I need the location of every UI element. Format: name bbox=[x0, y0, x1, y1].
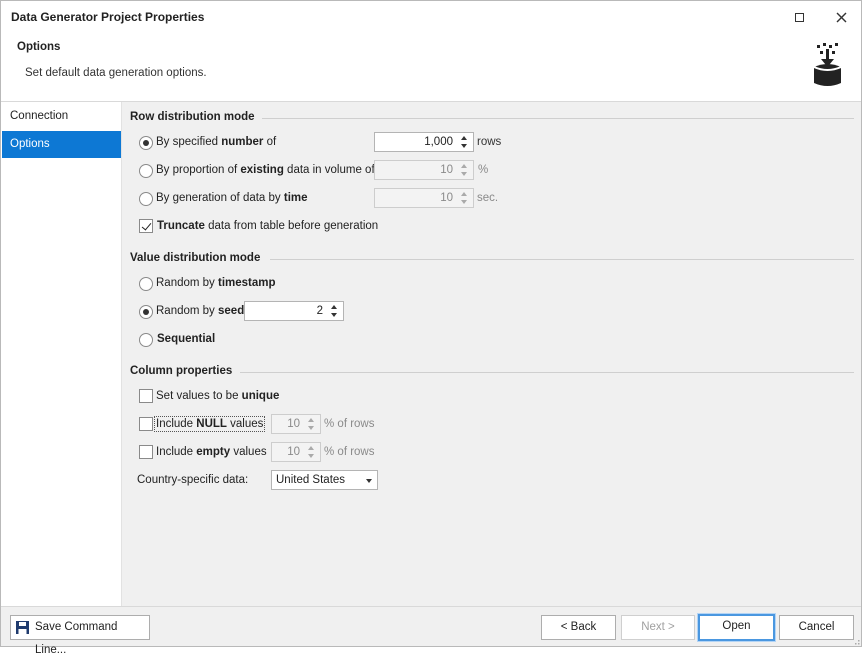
by-proportion-radio[interactable] bbox=[139, 164, 153, 178]
row-count-stepper[interactable]: 1,000 bbox=[374, 132, 474, 152]
unique-checkbox[interactable] bbox=[139, 389, 153, 403]
empty-percent-unit: % of rows bbox=[324, 446, 375, 458]
spin-arrows-icon[interactable] bbox=[306, 444, 318, 460]
sidebar-item-options[interactable]: Options bbox=[2, 131, 121, 158]
group-divider bbox=[262, 118, 854, 119]
dialog-window: Data Generator Project Properties Option… bbox=[0, 0, 862, 656]
chevron-down-icon bbox=[366, 479, 372, 483]
spin-arrows-icon[interactable] bbox=[459, 162, 471, 178]
by-proportion-label[interactable]: By proportion of existing data in volume… bbox=[156, 164, 375, 176]
window-title: Data Generator Project Properties bbox=[11, 10, 205, 24]
null-values-label[interactable]: Include NULL values bbox=[153, 416, 266, 432]
page-description: Set default data generation options. bbox=[25, 67, 207, 79]
null-percent-value: 10 bbox=[287, 418, 300, 430]
dialog-footer: Save Command Line... < Back Next > Open … bbox=[1, 606, 861, 656]
unique-label[interactable]: Set values to be unique bbox=[156, 390, 279, 402]
row-count-value: 1,000 bbox=[424, 136, 453, 148]
by-time-radio[interactable] bbox=[139, 192, 153, 206]
spin-arrows-icon[interactable] bbox=[459, 190, 471, 206]
empty-percent-value: 10 bbox=[287, 446, 300, 458]
maximize-icon bbox=[794, 12, 804, 22]
title-bar: Data Generator Project Properties bbox=[1, 1, 861, 33]
page-header: Options Set default data generation opti… bbox=[1, 33, 861, 101]
time-value: 10 bbox=[440, 192, 453, 204]
spin-arrows-icon[interactable] bbox=[306, 416, 318, 432]
value-distribution-title: Value distribution mode bbox=[130, 252, 261, 264]
by-number-radio[interactable] bbox=[139, 136, 153, 150]
back-button[interactable]: < Back bbox=[541, 615, 616, 640]
close-icon bbox=[836, 12, 846, 22]
row-distribution-title: Row distribution mode bbox=[130, 111, 255, 123]
sequential-radio[interactable] bbox=[139, 333, 153, 347]
group-divider bbox=[240, 372, 854, 373]
spin-arrows-icon[interactable] bbox=[329, 303, 341, 319]
next-button[interactable]: Next > bbox=[621, 615, 695, 640]
save-command-line-button[interactable]: Save Command Line... bbox=[10, 615, 150, 656]
close-button[interactable] bbox=[823, 5, 859, 29]
null-percent-unit: % of rows bbox=[324, 418, 375, 430]
seed-radio[interactable] bbox=[139, 305, 153, 319]
empty-percent-stepper[interactable]: 10 bbox=[271, 442, 321, 462]
sidebar: Connection Options bbox=[1, 102, 122, 606]
seed-label[interactable]: Random by seed bbox=[156, 305, 244, 317]
by-number-label[interactable]: By specified number of bbox=[156, 136, 276, 148]
page-title: Options bbox=[17, 41, 61, 53]
options-panel: Row distribution mode By specified numbe… bbox=[122, 102, 861, 606]
sequential-label[interactable]: Sequential bbox=[157, 333, 215, 345]
country-label: Country-specific data: bbox=[137, 474, 249, 486]
data-generator-icon bbox=[813, 43, 842, 86]
timestamp-radio[interactable] bbox=[139, 277, 153, 291]
spin-arrows-icon[interactable] bbox=[459, 134, 471, 150]
column-properties-title: Column properties bbox=[130, 365, 233, 377]
sidebar-item-connection[interactable]: Connection bbox=[2, 103, 121, 130]
timestamp-label[interactable]: Random by timestamp bbox=[156, 277, 276, 289]
cancel-button[interactable]: Cancel bbox=[779, 615, 854, 640]
empty-values-label[interactable]: Include empty values bbox=[156, 446, 267, 458]
seed-stepper[interactable]: 2 bbox=[244, 301, 344, 321]
seed-value: 2 bbox=[316, 305, 323, 317]
truncate-checkbox[interactable] bbox=[139, 219, 153, 233]
proportion-value: 10 bbox=[440, 164, 453, 176]
country-select-value: United States bbox=[276, 474, 346, 486]
save-icon bbox=[16, 621, 29, 634]
null-values-checkbox[interactable] bbox=[139, 417, 153, 431]
null-percent-stepper[interactable]: 10 bbox=[271, 414, 321, 434]
proportion-stepper[interactable]: 10 bbox=[374, 160, 474, 180]
percent-unit: % bbox=[478, 164, 489, 176]
maximize-button[interactable] bbox=[781, 5, 817, 29]
seconds-unit: sec. bbox=[477, 192, 499, 204]
rows-unit: rows bbox=[477, 136, 502, 148]
truncate-label[interactable]: Truncate data from table before generati… bbox=[157, 220, 378, 232]
resize-grip-icon[interactable] bbox=[852, 637, 860, 645]
time-stepper[interactable]: 10 bbox=[374, 188, 474, 208]
empty-values-checkbox[interactable] bbox=[139, 445, 153, 459]
open-button[interactable]: Open bbox=[698, 614, 775, 641]
by-time-label[interactable]: By generation of data by time bbox=[156, 192, 308, 204]
save-command-line-label: Save Command Line... bbox=[35, 621, 118, 656]
group-divider bbox=[270, 259, 854, 260]
country-select[interactable]: United States bbox=[271, 470, 378, 490]
